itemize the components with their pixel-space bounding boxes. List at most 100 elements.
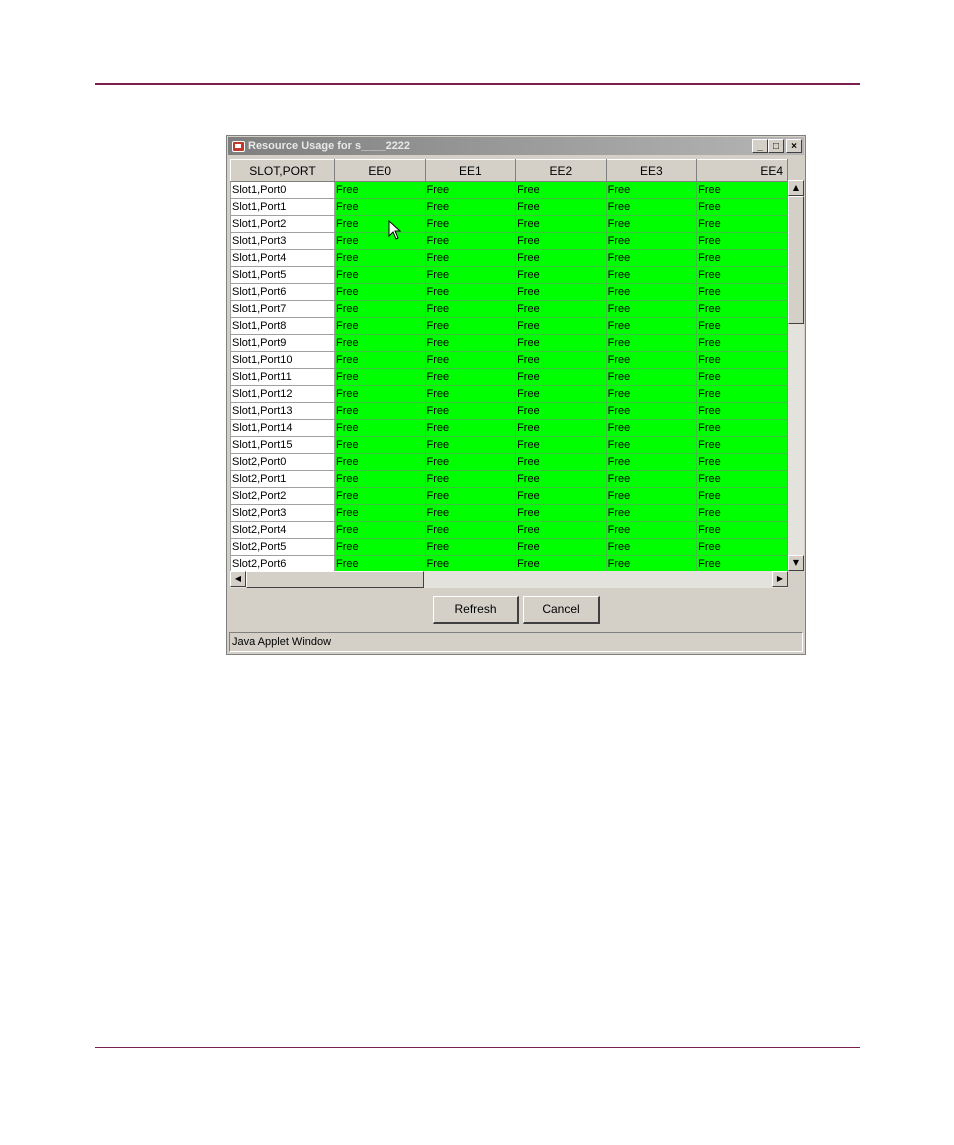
status-cell[interactable]: Free xyxy=(424,402,517,420)
row-label[interactable]: Slot1,Port7 xyxy=(230,300,335,318)
status-cell[interactable]: Free xyxy=(515,317,607,335)
title-bar[interactable]: Resource Usage for s____2222 _ □ × xyxy=(228,137,804,155)
status-cell[interactable]: Free xyxy=(605,317,698,335)
status-cell[interactable]: Free xyxy=(515,504,607,522)
row-label[interactable]: Slot1,Port5 xyxy=(230,266,335,284)
row-label[interactable]: Slot2,Port6 xyxy=(230,555,335,571)
table-row[interactable]: Slot1,Port15 Free Free Free Free Free xyxy=(230,436,788,454)
status-cell[interactable]: Free xyxy=(424,198,517,216)
status-cell[interactable]: Free xyxy=(333,300,426,318)
status-cell[interactable]: Free xyxy=(696,504,788,522)
status-cell[interactable]: Free xyxy=(333,555,426,571)
status-cell[interactable]: Free xyxy=(605,181,698,199)
status-cell[interactable]: Free xyxy=(515,419,607,437)
status-cell[interactable]: Free xyxy=(605,232,698,250)
status-cell[interactable]: Free xyxy=(424,317,517,335)
status-cell[interactable]: Free xyxy=(605,470,698,488)
table-row[interactable]: Slot1,Port10 Free Free Free Free Free xyxy=(230,351,788,369)
table-row[interactable]: Slot1,Port5 Free Free Free Free Free xyxy=(230,266,788,284)
status-cell[interactable]: Free xyxy=(333,470,426,488)
status-cell[interactable]: Free xyxy=(696,283,788,301)
row-label[interactable]: Slot2,Port1 xyxy=(230,470,335,488)
status-cell[interactable]: Free xyxy=(333,249,426,267)
status-cell[interactable]: Free xyxy=(605,453,698,471)
status-cell[interactable]: Free xyxy=(696,368,788,386)
table-row[interactable]: Slot2,Port0 Free Free Free Free Free xyxy=(230,453,788,471)
status-cell[interactable]: Free xyxy=(515,368,607,386)
status-cell[interactable]: Free xyxy=(515,470,607,488)
status-cell[interactable]: Free xyxy=(696,521,788,539)
status-cell[interactable]: Free xyxy=(696,351,788,369)
status-cell[interactable]: Free xyxy=(424,504,517,522)
scroll-down-button[interactable]: ▼ xyxy=(788,555,804,571)
status-cell[interactable]: Free xyxy=(333,368,426,386)
status-cell[interactable]: Free xyxy=(696,385,788,403)
column-header[interactable]: EE4 xyxy=(696,159,788,182)
row-label[interactable]: Slot1,Port9 xyxy=(230,334,335,352)
status-cell[interactable]: Free xyxy=(333,215,426,233)
status-cell[interactable]: Free xyxy=(515,334,607,352)
status-cell[interactable]: Free xyxy=(333,198,426,216)
status-cell[interactable]: Free xyxy=(515,487,607,505)
status-cell[interactable]: Free xyxy=(515,198,607,216)
status-cell[interactable]: Free xyxy=(696,538,788,556)
status-cell[interactable]: Free xyxy=(333,351,426,369)
status-cell[interactable]: Free xyxy=(515,283,607,301)
status-cell[interactable]: Free xyxy=(605,249,698,267)
status-cell[interactable]: Free xyxy=(515,266,607,284)
table-row[interactable]: Slot2,Port6 Free Free Free Free Free xyxy=(230,555,788,571)
status-cell[interactable]: Free xyxy=(696,266,788,284)
column-header[interactable]: EE1 xyxy=(424,159,517,182)
column-header[interactable]: SLOT,PORT xyxy=(230,159,335,182)
status-cell[interactable]: Free xyxy=(515,453,607,471)
row-label[interactable]: Slot1,Port14 xyxy=(230,419,335,437)
status-cell[interactable]: Free xyxy=(696,232,788,250)
status-cell[interactable]: Free xyxy=(696,300,788,318)
vertical-scrollbar[interactable]: ▲ ▼ xyxy=(788,180,804,571)
table-row[interactable]: Slot1,Port9 Free Free Free Free Free xyxy=(230,334,788,352)
status-cell[interactable]: Free xyxy=(333,385,426,403)
status-cell[interactable]: Free xyxy=(333,487,426,505)
status-cell[interactable]: Free xyxy=(333,504,426,522)
row-label[interactable]: Slot1,Port13 xyxy=(230,402,335,420)
status-cell[interactable]: Free xyxy=(605,555,698,571)
status-cell[interactable]: Free xyxy=(333,334,426,352)
status-cell[interactable]: Free xyxy=(333,521,426,539)
status-cell[interactable]: Free xyxy=(333,317,426,335)
status-cell[interactable]: Free xyxy=(333,538,426,556)
status-cell[interactable]: Free xyxy=(696,436,788,454)
status-cell[interactable]: Free xyxy=(333,453,426,471)
status-cell[interactable]: Free xyxy=(424,334,517,352)
status-cell[interactable]: Free xyxy=(605,215,698,233)
status-cell[interactable]: Free xyxy=(515,538,607,556)
cancel-button[interactable]: Cancel xyxy=(523,596,600,624)
status-cell[interactable]: Free xyxy=(424,215,517,233)
status-cell[interactable]: Free xyxy=(515,436,607,454)
status-cell[interactable]: Free xyxy=(696,555,788,571)
status-cell[interactable]: Free xyxy=(515,555,607,571)
status-cell[interactable]: Free xyxy=(424,436,517,454)
table-row[interactable]: Slot1,Port0 Free Free Free Free Free xyxy=(230,181,788,199)
status-cell[interactable]: Free xyxy=(605,368,698,386)
row-label[interactable]: Slot1,Port6 xyxy=(230,283,335,301)
status-cell[interactable]: Free xyxy=(605,300,698,318)
status-cell[interactable]: Free xyxy=(515,232,607,250)
status-cell[interactable]: Free xyxy=(424,266,517,284)
status-cell[interactable]: Free xyxy=(696,419,788,437)
vertical-scroll-thumb[interactable] xyxy=(788,196,804,324)
status-cell[interactable]: Free xyxy=(605,266,698,284)
status-cell[interactable]: Free xyxy=(424,368,517,386)
table-row[interactable]: Slot1,Port6 Free Free Free Free Free xyxy=(230,283,788,301)
status-cell[interactable]: Free xyxy=(696,470,788,488)
status-cell[interactable]: Free xyxy=(515,351,607,369)
column-header[interactable]: EE3 xyxy=(605,159,698,182)
table-row[interactable]: Slot1,Port1 Free Free Free Free Free xyxy=(230,198,788,216)
row-label[interactable]: Slot2,Port5 xyxy=(230,538,335,556)
row-label[interactable]: Slot1,Port0 xyxy=(230,181,335,199)
status-cell[interactable]: Free xyxy=(424,249,517,267)
status-cell[interactable]: Free xyxy=(605,419,698,437)
status-cell[interactable]: Free xyxy=(515,521,607,539)
status-cell[interactable]: Free xyxy=(333,402,426,420)
row-label[interactable]: Slot2,Port3 xyxy=(230,504,335,522)
horizontal-scroll-thumb[interactable] xyxy=(246,571,424,588)
